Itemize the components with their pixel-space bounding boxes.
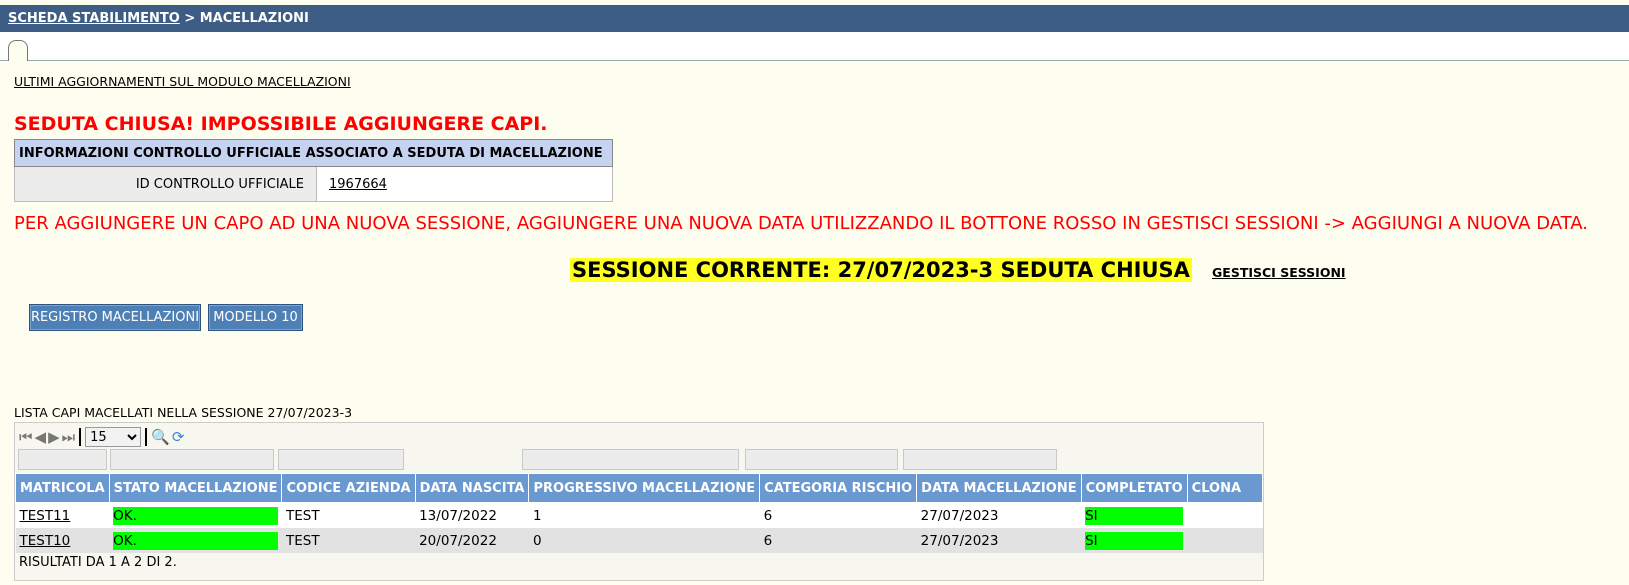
search-icon[interactable]: 🔍 <box>151 428 170 446</box>
col-completato[interactable]: COMPLETATO <box>1080 473 1188 503</box>
filter-data-macellazione[interactable] <box>903 449 1057 470</box>
codice-azienda-cell: TEST <box>281 528 416 553</box>
filter-codice-azienda[interactable] <box>278 449 404 470</box>
session-bar: SESSIONE CORRENTE: 27/07/2023-3 SEDUTA C… <box>570 258 1346 282</box>
closed-session-message: SEDUTA CHIUSA! IMPOSSIBILE AGGIUNGERE CA… <box>14 113 548 135</box>
completato-cell: SI <box>1085 506 1184 525</box>
data-macellazione-cell: 27/07/2023 <box>916 528 1082 553</box>
updates-link[interactable]: ULTIMI AGGIORNAMENTI SUL MODULO MACELLAZ… <box>14 74 351 89</box>
table-row: TEST11 OK. TEST 13/07/2022 1 6 27/07/202… <box>15 502 1263 528</box>
pager: ⏮ ◀ ▶ ⏭ 15 🔍 ⟳ <box>19 425 184 449</box>
manage-sessions-link[interactable]: GESTISCI SESSIONI <box>1212 265 1346 280</box>
col-progressivo[interactable]: PROGRESSIVO MACELLAZIONE <box>528 473 761 503</box>
filter-stato[interactable] <box>110 449 274 470</box>
col-clona[interactable]: CLONA <box>1186 473 1264 503</box>
col-data-nascita[interactable]: DATA NASCITA <box>414 473 530 503</box>
next-page-icon[interactable]: ▶ <box>48 428 60 446</box>
tab-empty[interactable] <box>8 40 28 61</box>
stato-cell: OK. <box>113 531 278 550</box>
categoria-cell: 6 <box>759 528 917 553</box>
stato-cell: OK. <box>113 506 278 525</box>
matricola-link[interactable]: TEST11 <box>20 508 71 524</box>
capi-table: MATRICOLA STATO MACELLAZIONE CODICE AZIE… <box>15 473 1264 553</box>
col-categoria[interactable]: CATEGORIA RISCHIO <box>759 473 918 503</box>
page-size-select[interactable]: 15 <box>85 427 142 447</box>
data-nascita-cell: 13/07/2022 <box>415 502 529 528</box>
breadcrumb-link[interactable]: SCHEDA STABILIMENTO <box>8 11 180 26</box>
registro-macellazioni-button[interactable]: REGISTRO MACELLAZIONI <box>29 304 201 331</box>
info-table: INFORMAZIONI CONTROLLO UFFICIALE ASSOCIA… <box>14 139 613 202</box>
first-page-icon[interactable]: ⏮ <box>19 428 33 446</box>
filter-progressivo[interactable] <box>522 449 739 470</box>
breadcrumb-current: > MACELLAZIONI <box>179 11 309 26</box>
control-id-link[interactable]: 1967664 <box>329 177 387 192</box>
modello-10-button[interactable]: MODELLO 10 <box>208 304 303 331</box>
last-page-icon[interactable]: ⏭ <box>62 428 76 446</box>
progressivo-cell: 0 <box>528 528 760 553</box>
categoria-cell: 6 <box>759 502 917 528</box>
data-nascita-cell: 20/07/2022 <box>415 528 529 553</box>
info-header: INFORMAZIONI CONTROLLO UFFICIALE ASSOCIA… <box>14 139 613 167</box>
data-macellazione-cell: 27/07/2023 <box>916 502 1082 528</box>
clona-cell[interactable] <box>1187 502 1263 528</box>
matricola-link[interactable]: TEST10 <box>20 533 71 549</box>
table-row: TEST10 OK. TEST 20/07/2022 0 6 27/07/202… <box>15 528 1263 553</box>
list-title: LISTA CAPI MACELLATI NELLA SESSIONE 27/0… <box>14 405 353 420</box>
results-text: RISULTATI DA 1 A 2 DI 2. <box>19 555 177 570</box>
current-session: SESSIONE CORRENTE: 27/07/2023-3 SEDUTA C… <box>570 258 1192 282</box>
progressivo-cell: 1 <box>528 502 760 528</box>
col-data-macellazione[interactable]: DATA MACELLAZIONE <box>916 473 1082 503</box>
filter-categoria[interactable] <box>745 449 898 470</box>
completato-cell: SI <box>1085 531 1184 550</box>
col-matricola[interactable]: MATRICOLA <box>15 473 110 503</box>
clona-cell[interactable] <box>1187 528 1263 553</box>
info-label: ID CONTROLLO UFFICIALE <box>14 166 317 202</box>
filter-matricola[interactable] <box>18 449 107 470</box>
add-capo-message: PER AGGIUNGERE UN CAPO AD UNA NUOVA SESS… <box>14 213 1588 234</box>
grid-container: ⏮ ◀ ▶ ⏭ 15 🔍 ⟳ MATRICOLA STATO MACELLAZI… <box>14 422 1264 581</box>
tab-strip <box>0 32 1629 61</box>
pager-separator <box>79 428 82 446</box>
col-codice-azienda[interactable]: CODICE AZIENDA <box>281 473 416 503</box>
refresh-icon[interactable]: ⟳ <box>172 428 185 446</box>
codice-azienda-cell: TEST <box>281 502 416 528</box>
col-stato[interactable]: STATO MACELLAZIONE <box>108 473 283 503</box>
pager-separator-2 <box>145 428 148 446</box>
prev-page-icon[interactable]: ◀ <box>35 428 47 446</box>
top-bar: SCHEDA STABILIMENTO > MACELLAZIONI <box>0 5 1629 32</box>
